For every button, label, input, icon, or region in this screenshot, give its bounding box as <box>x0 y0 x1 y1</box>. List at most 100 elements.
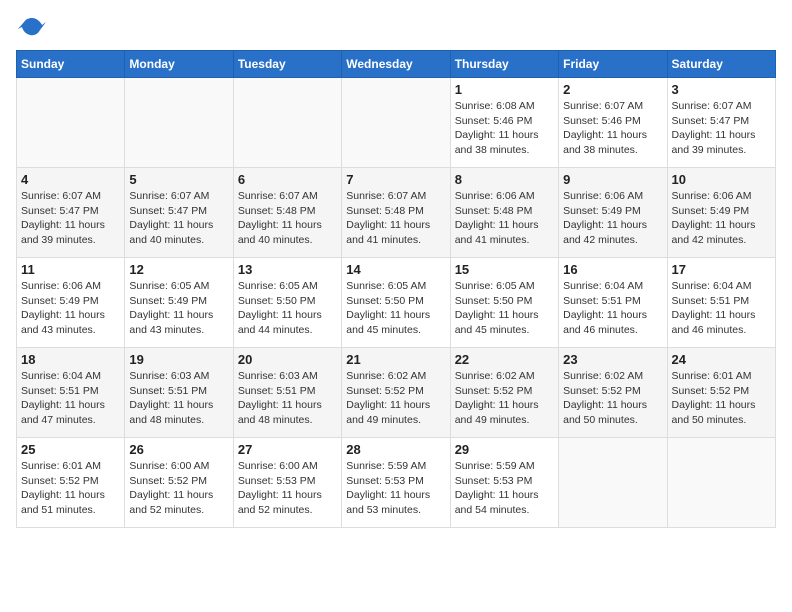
day-info: Sunrise: 6:06 AM Sunset: 5:49 PM Dayligh… <box>21 279 120 338</box>
day-number: 15 <box>455 262 554 277</box>
day-info: Sunrise: 6:06 AM Sunset: 5:49 PM Dayligh… <box>672 189 771 248</box>
day-info: Sunrise: 6:07 AM Sunset: 5:47 PM Dayligh… <box>21 189 120 248</box>
day-number: 3 <box>672 82 771 97</box>
calendar-cell <box>559 438 667 528</box>
day-number: 28 <box>346 442 445 457</box>
calendar-week-row: 25 Sunrise: 6:01 AM Sunset: 5:52 PM Dayli… <box>17 438 776 528</box>
calendar-cell <box>125 78 233 168</box>
day-number: 25 <box>21 442 120 457</box>
day-number: 17 <box>672 262 771 277</box>
calendar-week-row: 18 Sunrise: 6:04 AM Sunset: 5:51 PM Dayli… <box>17 348 776 438</box>
calendar-cell <box>342 78 450 168</box>
day-number: 23 <box>563 352 662 367</box>
day-info: Sunrise: 5:59 AM Sunset: 5:53 PM Dayligh… <box>455 459 554 518</box>
day-number: 26 <box>129 442 228 457</box>
calendar-cell: 18 Sunrise: 6:04 AM Sunset: 5:51 PM Dayli… <box>17 348 125 438</box>
day-number: 10 <box>672 172 771 187</box>
calendar-cell: 12 Sunrise: 6:05 AM Sunset: 5:49 PM Dayli… <box>125 258 233 348</box>
day-info: Sunrise: 6:03 AM Sunset: 5:51 PM Dayligh… <box>238 369 337 428</box>
calendar-cell: 28Sunrise: 5:59 AM Sunset: 5:53 PM Dayli… <box>342 438 450 528</box>
day-info: Sunrise: 6:00 AM Sunset: 5:53 PM Dayligh… <box>238 459 337 518</box>
calendar-cell: 16 Sunrise: 6:04 AM Sunset: 5:51 PM Dayli… <box>559 258 667 348</box>
day-info: Sunrise: 6:07 AM Sunset: 5:46 PM Dayligh… <box>563 99 662 158</box>
calendar-cell: 29 Sunrise: 5:59 AM Sunset: 5:53 PM Dayli… <box>450 438 558 528</box>
calendar-cell: 5Sunrise: 6:07 AM Sunset: 5:47 PM Daylig… <box>125 168 233 258</box>
day-number: 9 <box>563 172 662 187</box>
calendar-cell: 19 Sunrise: 6:03 AM Sunset: 5:51 PM Dayli… <box>125 348 233 438</box>
day-number: 19 <box>129 352 228 367</box>
calendar-week-row: 11 Sunrise: 6:06 AM Sunset: 5:49 PM Dayli… <box>17 258 776 348</box>
day-number: 20 <box>238 352 337 367</box>
day-number: 4 <box>21 172 120 187</box>
calendar-week-row: 4 Sunrise: 6:07 AM Sunset: 5:47 PM Daylig… <box>17 168 776 258</box>
day-number: 11 <box>21 262 120 277</box>
calendar-cell <box>17 78 125 168</box>
day-number: 13 <box>238 262 337 277</box>
day-info: Sunrise: 6:02 AM Sunset: 5:52 PM Dayligh… <box>563 369 662 428</box>
day-info: Sunrise: 6:02 AM Sunset: 5:52 PM Dayligh… <box>346 369 445 428</box>
calendar-cell: 17 Sunrise: 6:04 AM Sunset: 5:51 PM Dayli… <box>667 258 775 348</box>
calendar-cell: 11 Sunrise: 6:06 AM Sunset: 5:49 PM Dayli… <box>17 258 125 348</box>
calendar-cell: 26 Sunrise: 6:00 AM Sunset: 5:52 PM Dayli… <box>125 438 233 528</box>
calendar-header-row: SundayMondayTuesdayWednesdayThursdayFrid… <box>17 51 776 78</box>
column-header-thursday: Thursday <box>450 51 558 78</box>
day-number: 7 <box>346 172 445 187</box>
calendar-cell: 9Sunrise: 6:06 AM Sunset: 5:49 PM Daylig… <box>559 168 667 258</box>
day-info: Sunrise: 6:02 AM Sunset: 5:52 PM Dayligh… <box>455 369 554 428</box>
calendar-cell: 1 Sunrise: 6:08 AM Sunset: 5:46 PM Daylig… <box>450 78 558 168</box>
day-number: 22 <box>455 352 554 367</box>
day-info: Sunrise: 6:05 AM Sunset: 5:50 PM Dayligh… <box>455 279 554 338</box>
day-number: 8 <box>455 172 554 187</box>
day-info: Sunrise: 6:04 AM Sunset: 5:51 PM Dayligh… <box>672 279 771 338</box>
day-number: 14 <box>346 262 445 277</box>
calendar-cell: 14 Sunrise: 6:05 AM Sunset: 5:50 PM Dayli… <box>342 258 450 348</box>
day-number: 6 <box>238 172 337 187</box>
day-number: 24 <box>672 352 771 367</box>
day-number: 16 <box>563 262 662 277</box>
day-number: 18 <box>21 352 120 367</box>
day-info: Sunrise: 6:01 AM Sunset: 5:52 PM Dayligh… <box>672 369 771 428</box>
day-info: Sunrise: 6:05 AM Sunset: 5:49 PM Dayligh… <box>129 279 228 338</box>
day-info: Sunrise: 6:01 AM Sunset: 5:52 PM Dayligh… <box>21 459 120 518</box>
calendar-cell: 6 Sunrise: 6:07 AM Sunset: 5:48 PM Daylig… <box>233 168 341 258</box>
day-number: 21 <box>346 352 445 367</box>
day-info: Sunrise: 6:04 AM Sunset: 5:51 PM Dayligh… <box>563 279 662 338</box>
column-header-tuesday: Tuesday <box>233 51 341 78</box>
day-info: Sunrise: 6:03 AM Sunset: 5:51 PM Dayligh… <box>129 369 228 428</box>
day-info: Sunrise: 6:05 AM Sunset: 5:50 PM Dayligh… <box>346 279 445 338</box>
calendar-cell: 23 Sunrise: 6:02 AM Sunset: 5:52 PM Dayli… <box>559 348 667 438</box>
logo <box>16 16 46 40</box>
column-header-monday: Monday <box>125 51 233 78</box>
calendar-cell <box>667 438 775 528</box>
day-number: 27 <box>238 442 337 457</box>
calendar-cell: 3 Sunrise: 6:07 AM Sunset: 5:47 PM Daylig… <box>667 78 775 168</box>
column-header-wednesday: Wednesday <box>342 51 450 78</box>
day-number: 12 <box>129 262 228 277</box>
day-info: Sunrise: 6:07 AM Sunset: 5:47 PM Dayligh… <box>672 99 771 158</box>
day-info: Sunrise: 6:07 AM Sunset: 5:48 PM Dayligh… <box>238 189 337 248</box>
day-info: Sunrise: 6:00 AM Sunset: 5:52 PM Dayligh… <box>129 459 228 518</box>
calendar-cell: 24 Sunrise: 6:01 AM Sunset: 5:52 PM Dayli… <box>667 348 775 438</box>
calendar-cell: 8 Sunrise: 6:06 AM Sunset: 5:48 PM Daylig… <box>450 168 558 258</box>
calendar-cell: 22 Sunrise: 6:02 AM Sunset: 5:52 PM Dayli… <box>450 348 558 438</box>
day-info: Sunrise: 6:08 AM Sunset: 5:46 PM Dayligh… <box>455 99 554 158</box>
calendar-cell: 7Sunrise: 6:07 AM Sunset: 5:48 PM Daylig… <box>342 168 450 258</box>
column-header-friday: Friday <box>559 51 667 78</box>
calendar-cell: 20 Sunrise: 6:03 AM Sunset: 5:51 PM Dayli… <box>233 348 341 438</box>
day-number: 29 <box>455 442 554 457</box>
day-number: 1 <box>455 82 554 97</box>
page-header <box>16 16 776 40</box>
calendar-body: 1 Sunrise: 6:08 AM Sunset: 5:46 PM Daylig… <box>17 78 776 528</box>
column-header-saturday: Saturday <box>667 51 775 78</box>
calendar-cell: 21 Sunrise: 6:02 AM Sunset: 5:52 PM Dayli… <box>342 348 450 438</box>
column-header-sunday: Sunday <box>17 51 125 78</box>
calendar-cell: 15 Sunrise: 6:05 AM Sunset: 5:50 PM Dayli… <box>450 258 558 348</box>
calendar-table: SundayMondayTuesdayWednesdayThursdayFrid… <box>16 50 776 528</box>
day-number: 2 <box>563 82 662 97</box>
day-info: Sunrise: 6:06 AM Sunset: 5:48 PM Dayligh… <box>455 189 554 248</box>
day-info: Sunrise: 6:04 AM Sunset: 5:51 PM Dayligh… <box>21 369 120 428</box>
calendar-cell: 4 Sunrise: 6:07 AM Sunset: 5:47 PM Daylig… <box>17 168 125 258</box>
calendar-cell: 27 Sunrise: 6:00 AM Sunset: 5:53 PM Dayli… <box>233 438 341 528</box>
day-number: 5 <box>129 172 228 187</box>
calendar-cell: 10 Sunrise: 6:06 AM Sunset: 5:49 PM Dayli… <box>667 168 775 258</box>
